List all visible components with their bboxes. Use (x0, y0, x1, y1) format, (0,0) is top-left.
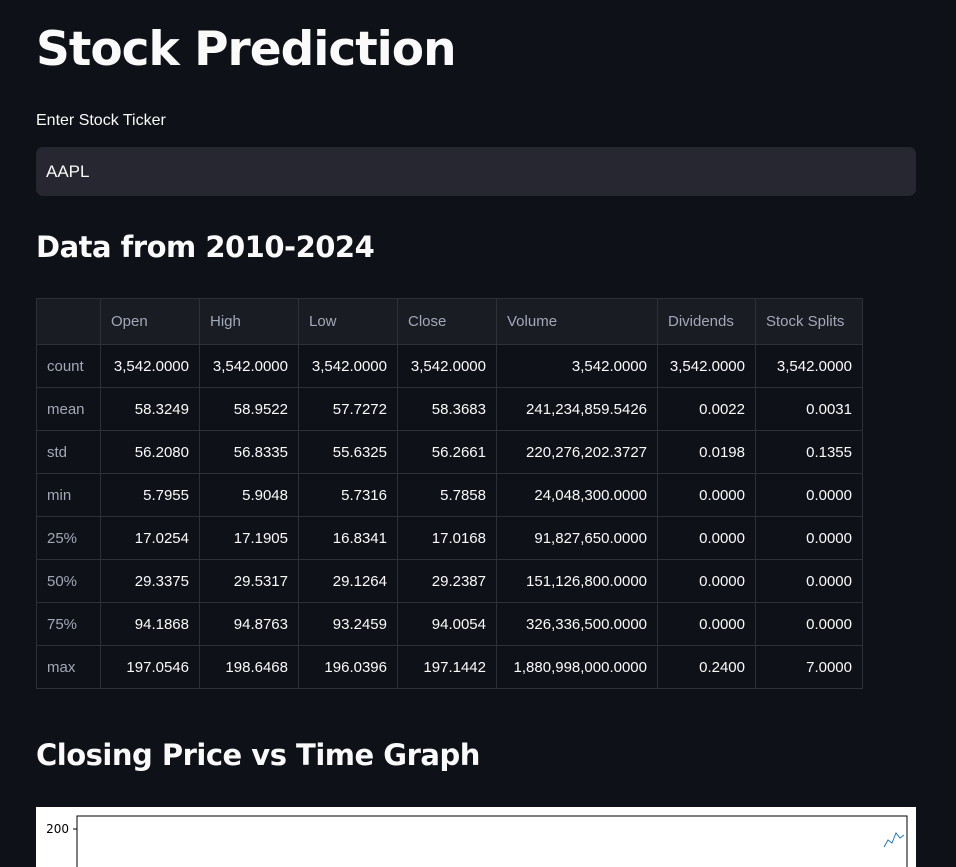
page-title: Stock Prediction (36, 22, 457, 77)
table-cell[interactable]: 197.1442 (397, 645, 497, 689)
chart-svg: 200 (46, 815, 908, 867)
ticker-input-value: AAPL (46, 161, 90, 181)
table-cell[interactable]: 17.0168 (397, 516, 497, 560)
table-cell[interactable]: 56.2661 (397, 430, 497, 474)
table-cell[interactable]: 29.5317 (199, 559, 299, 603)
table-cell[interactable]: 0.0000 (755, 559, 863, 603)
closing-price-chart: 200 (36, 807, 916, 867)
table-cell[interactable]: 3,542.0000 (298, 344, 398, 388)
table-cell[interactable]: 56.2080 (100, 430, 200, 474)
table-cell[interactable]: 58.9522 (199, 387, 299, 431)
column-header[interactable]: Volume (496, 298, 658, 345)
table-row: max 197.0546 198.6468 196.0396 197.1442 1,880… (36, 645, 863, 689)
table-cell[interactable]: 0.0000 (755, 473, 863, 517)
table-cell[interactable]: 0.0000 (657, 559, 756, 603)
table-cell[interactable]: 94.1868 (100, 602, 200, 646)
table-cell[interactable]: 3,542.0000 (100, 344, 200, 388)
table-cell[interactable]: 197.0546 (100, 645, 200, 689)
column-header[interactable]: Low (298, 298, 398, 345)
table-cell[interactable]: 94.0054 (397, 602, 497, 646)
table-cell[interactable]: 17.0254 (100, 516, 200, 560)
table-cell[interactable]: 16.8341 (298, 516, 398, 560)
table-cell[interactable]: 55.6325 (298, 430, 398, 474)
table-cell[interactable]: 0.0000 (657, 602, 756, 646)
table-cell[interactable]: 56.8335 (199, 430, 299, 474)
series-line (883, 832, 905, 848)
stats-table: Open High Low Close Volume Dividends Sto… (36, 298, 863, 689)
table-row: 50% 29.3375 29.5317 29.1264 29.2387 151,126,8… (36, 559, 863, 603)
table-cell[interactable]: 91,827,650.0000 (496, 516, 658, 560)
table-cell[interactable]: 58.3683 (397, 387, 497, 431)
column-header[interactable]: Stock Splits (755, 298, 863, 345)
table-cell[interactable]: 29.1264 (298, 559, 398, 603)
table-cell[interactable]: 3,542.0000 (657, 344, 756, 388)
table-cell[interactable]: 24,048,300.0000 (496, 473, 658, 517)
table-cell[interactable]: 3,542.0000 (496, 344, 658, 388)
table-cell[interactable]: 0.0198 (657, 430, 756, 474)
table-cell[interactable]: 0.2400 (657, 645, 756, 689)
table-cell[interactable]: 7.0000 (755, 645, 863, 689)
table-row: count 3,542.0000 3,542.0000 3,542.0000 3,542… (36, 344, 863, 388)
table-cell[interactable]: 29.2387 (397, 559, 497, 603)
row-stat-label: min (36, 473, 101, 517)
row-stat-label: count (36, 344, 101, 388)
column-header[interactable]: Dividends (657, 298, 756, 345)
table-cell[interactable]: 198.6468 (199, 645, 299, 689)
table-cell[interactable]: 0.0000 (755, 516, 863, 560)
table-cell[interactable]: 93.2459 (298, 602, 398, 646)
row-stat-label: 25% (36, 516, 101, 560)
graph-heading: Closing Price vs Time Graph (36, 738, 480, 772)
table-cell[interactable]: 0.0022 (657, 387, 756, 431)
table-cell[interactable]: 57.7272 (298, 387, 398, 431)
table-cell[interactable]: 58.3249 (100, 387, 200, 431)
table-row: std 56.2080 56.8335 55.6325 56.2661 220,276,2… (36, 430, 863, 474)
table-cell[interactable]: 94.8763 (199, 602, 299, 646)
table-cell[interactable]: 326,336,500.0000 (496, 602, 658, 646)
data-heading: Data from 2010-2024 (36, 230, 375, 264)
table-cell[interactable]: 0.0031 (755, 387, 863, 431)
table-cell[interactable]: 5.7316 (298, 473, 398, 517)
column-header[interactable]: Open (100, 298, 200, 345)
table-cell[interactable]: 3,542.0000 (755, 344, 863, 388)
table-cell[interactable]: 5.7858 (397, 473, 497, 517)
table-row: 25% 17.0254 17.1905 16.8341 17.0168 91,827,65… (36, 516, 863, 560)
table-cell[interactable]: 17.1905 (199, 516, 299, 560)
plot-frame (76, 815, 908, 867)
row-stat-label: 75% (36, 602, 101, 646)
row-stat-label: std (36, 430, 101, 474)
table-row: min 5.7955 5.9048 5.7316 5.7858 24,048,300.00… (36, 473, 863, 517)
column-header[interactable]: High (199, 298, 299, 345)
table-cell[interactable]: 241,234,859.5426 (496, 387, 658, 431)
y-tick-label: 200 (46, 822, 69, 836)
table-cell[interactable]: 5.9048 (199, 473, 299, 517)
table-cell[interactable]: 0.0000 (755, 602, 863, 646)
table-cell[interactable]: 3,542.0000 (199, 344, 299, 388)
table-cell[interactable]: 3,542.0000 (397, 344, 497, 388)
table-cell[interactable]: 0.0000 (657, 516, 756, 560)
table-cell[interactable]: 5.7955 (100, 473, 200, 517)
row-stat-label: mean (36, 387, 101, 431)
table-header-row: Open High Low Close Volume Dividends Sto… (36, 298, 863, 345)
table-row: 75% 94.1868 94.8763 93.2459 94.0054 326,336,5… (36, 602, 863, 646)
ticker-input[interactable]: AAPL (36, 147, 916, 196)
row-stat-label: max (36, 645, 101, 689)
table-cell[interactable]: 220,276,202.3727 (496, 430, 658, 474)
ticker-label: Enter Stock Ticker (36, 112, 166, 129)
table-cell[interactable]: 196.0396 (298, 645, 398, 689)
column-header[interactable] (36, 298, 101, 345)
table-cell[interactable]: 1,880,998,000.0000 (496, 645, 658, 689)
row-stat-label: 50% (36, 559, 101, 603)
table-cell[interactable]: 0.0000 (657, 473, 756, 517)
table-cell[interactable]: 151,126,800.0000 (496, 559, 658, 603)
table-cell[interactable]: 0.1355 (755, 430, 863, 474)
table-cell[interactable]: 29.3375 (100, 559, 200, 603)
table-row: mean 58.3249 58.9522 57.7272 58.3683 241,234,… (36, 387, 863, 431)
column-header[interactable]: Close (397, 298, 497, 345)
